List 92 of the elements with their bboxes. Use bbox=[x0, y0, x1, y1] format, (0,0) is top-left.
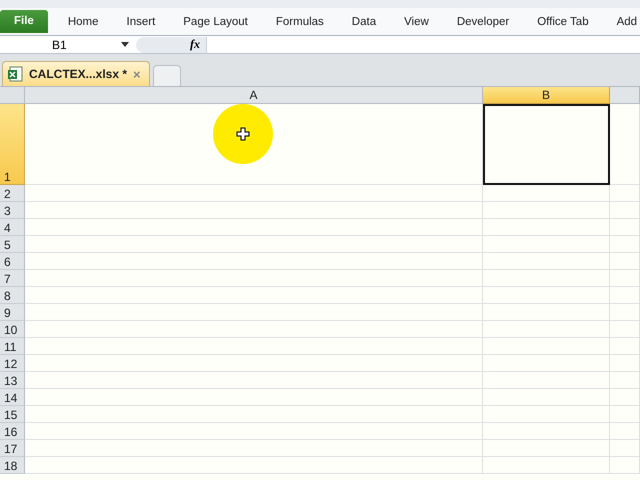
table-cell[interactable] bbox=[610, 185, 640, 202]
table-cell[interactable] bbox=[25, 372, 483, 389]
row-header[interactable]: 9 bbox=[0, 304, 25, 321]
ribbon-tab[interactable]: View bbox=[390, 16, 443, 28]
ribbon-tab[interactable]: Page Layout bbox=[169, 16, 262, 28]
table-cell[interactable] bbox=[610, 321, 640, 338]
ribbon-tab[interactable]: Office Tab bbox=[523, 16, 603, 28]
table-cell[interactable] bbox=[610, 440, 640, 457]
file-tab[interactable]: File bbox=[0, 10, 48, 33]
table-cell[interactable] bbox=[25, 185, 483, 202]
column-header[interactable] bbox=[610, 87, 640, 104]
new-tab-button[interactable] bbox=[152, 65, 181, 86]
table-cell[interactable] bbox=[25, 304, 483, 321]
table-cell[interactable] bbox=[25, 423, 483, 440]
ribbon-tab[interactable]: Formulas bbox=[262, 16, 338, 28]
ribbon-tab[interactable]: Data bbox=[338, 16, 390, 28]
table-cell[interactable] bbox=[483, 389, 610, 406]
row-header[interactable]: 15 bbox=[0, 406, 25, 423]
row-header[interactable]: 10 bbox=[0, 321, 25, 338]
table-cell[interactable] bbox=[25, 287, 483, 304]
row-header[interactable]: 17 bbox=[0, 440, 25, 457]
table-cell[interactable] bbox=[610, 389, 640, 406]
table-cell[interactable] bbox=[610, 338, 640, 355]
cross-cursor-icon bbox=[236, 127, 250, 141]
row-header[interactable]: 2 bbox=[0, 185, 25, 202]
table-cell[interactable] bbox=[610, 236, 640, 253]
table-cell[interactable] bbox=[610, 304, 640, 321]
table-cell[interactable] bbox=[483, 372, 610, 389]
row-header[interactable]: 11 bbox=[0, 338, 25, 355]
table-cell[interactable] bbox=[610, 406, 640, 423]
table-cell[interactable] bbox=[483, 304, 610, 321]
table-cell[interactable] bbox=[483, 321, 610, 338]
ribbon-tab[interactable]: Developer bbox=[442, 16, 524, 28]
table-cell[interactable] bbox=[483, 406, 610, 423]
table-cell[interactable] bbox=[25, 406, 483, 423]
table-cell[interactable] bbox=[483, 202, 610, 219]
table-cell[interactable] bbox=[483, 270, 610, 287]
table-cell[interactable] bbox=[25, 253, 483, 270]
row-header[interactable]: 1 bbox=[0, 104, 25, 185]
row-header[interactable]: 3 bbox=[0, 202, 25, 219]
table-cell[interactable] bbox=[25, 202, 483, 219]
table-cell[interactable] bbox=[25, 389, 483, 406]
table-cell[interactable] bbox=[610, 202, 640, 219]
table-cell[interactable] bbox=[610, 270, 640, 287]
table-cell[interactable] bbox=[483, 355, 610, 372]
table-cell[interactable] bbox=[25, 338, 483, 355]
name-box[interactable]: B1 bbox=[0, 38, 120, 52]
row-header[interactable]: 14 bbox=[0, 389, 25, 406]
document-tab[interactable]: CALCTEX...xlsx * × bbox=[2, 61, 150, 86]
row-header[interactable]: 16 bbox=[0, 423, 25, 440]
row-header[interactable]: 12 bbox=[0, 355, 25, 372]
table-cell[interactable] bbox=[610, 355, 640, 372]
ribbon-tab[interactable]: Add bbox=[602, 16, 640, 28]
table-cell[interactable] bbox=[483, 457, 610, 474]
table-cell[interactable] bbox=[25, 440, 483, 457]
table-cell[interactable] bbox=[483, 219, 610, 236]
row-header[interactable]: 8 bbox=[0, 287, 25, 304]
table-cell[interactable] bbox=[25, 219, 483, 236]
column-header[interactable]: B bbox=[483, 87, 610, 104]
table-cell[interactable] bbox=[610, 457, 640, 474]
row-header[interactable]: 5 bbox=[0, 236, 25, 253]
table-cell[interactable] bbox=[610, 423, 640, 440]
row-header[interactable]: 18 bbox=[0, 457, 25, 474]
table-cell[interactable] bbox=[483, 287, 610, 304]
table-cell[interactable] bbox=[610, 287, 640, 304]
table-cell[interactable] bbox=[25, 270, 483, 287]
row-header[interactable]: 7 bbox=[0, 270, 25, 287]
ribbon-tab[interactable]: Home bbox=[54, 16, 112, 28]
ribbon-tab[interactable]: Insert bbox=[112, 16, 170, 28]
table-cell[interactable] bbox=[483, 236, 610, 253]
column-header[interactable]: A bbox=[25, 87, 483, 104]
table-cell[interactable] bbox=[25, 321, 483, 338]
table-cell[interactable] bbox=[610, 253, 640, 270]
table-cell[interactable] bbox=[483, 253, 610, 270]
table-cell[interactable] bbox=[610, 372, 640, 389]
row-header[interactable]: 4 bbox=[0, 219, 25, 236]
table-cell[interactable] bbox=[483, 423, 610, 440]
table-cell[interactable] bbox=[483, 440, 610, 457]
table-cell[interactable] bbox=[610, 104, 640, 185]
table-cell[interactable] bbox=[25, 457, 483, 474]
table-cell[interactable] bbox=[25, 355, 483, 372]
table-cell[interactable] bbox=[483, 185, 610, 202]
select-all-button[interactable] bbox=[0, 87, 25, 104]
spreadsheet-file-icon bbox=[7, 66, 23, 82]
table-cell[interactable] bbox=[483, 338, 610, 355]
table-cell[interactable] bbox=[610, 219, 640, 236]
dropdown-icon[interactable] bbox=[120, 42, 130, 48]
row-header[interactable]: 13 bbox=[0, 372, 25, 389]
selected-cell[interactable] bbox=[483, 104, 610, 185]
insert-function-button[interactable]: fx bbox=[190, 37, 200, 52]
table-cell[interactable] bbox=[25, 236, 483, 253]
row-header[interactable]: 6 bbox=[0, 253, 25, 270]
